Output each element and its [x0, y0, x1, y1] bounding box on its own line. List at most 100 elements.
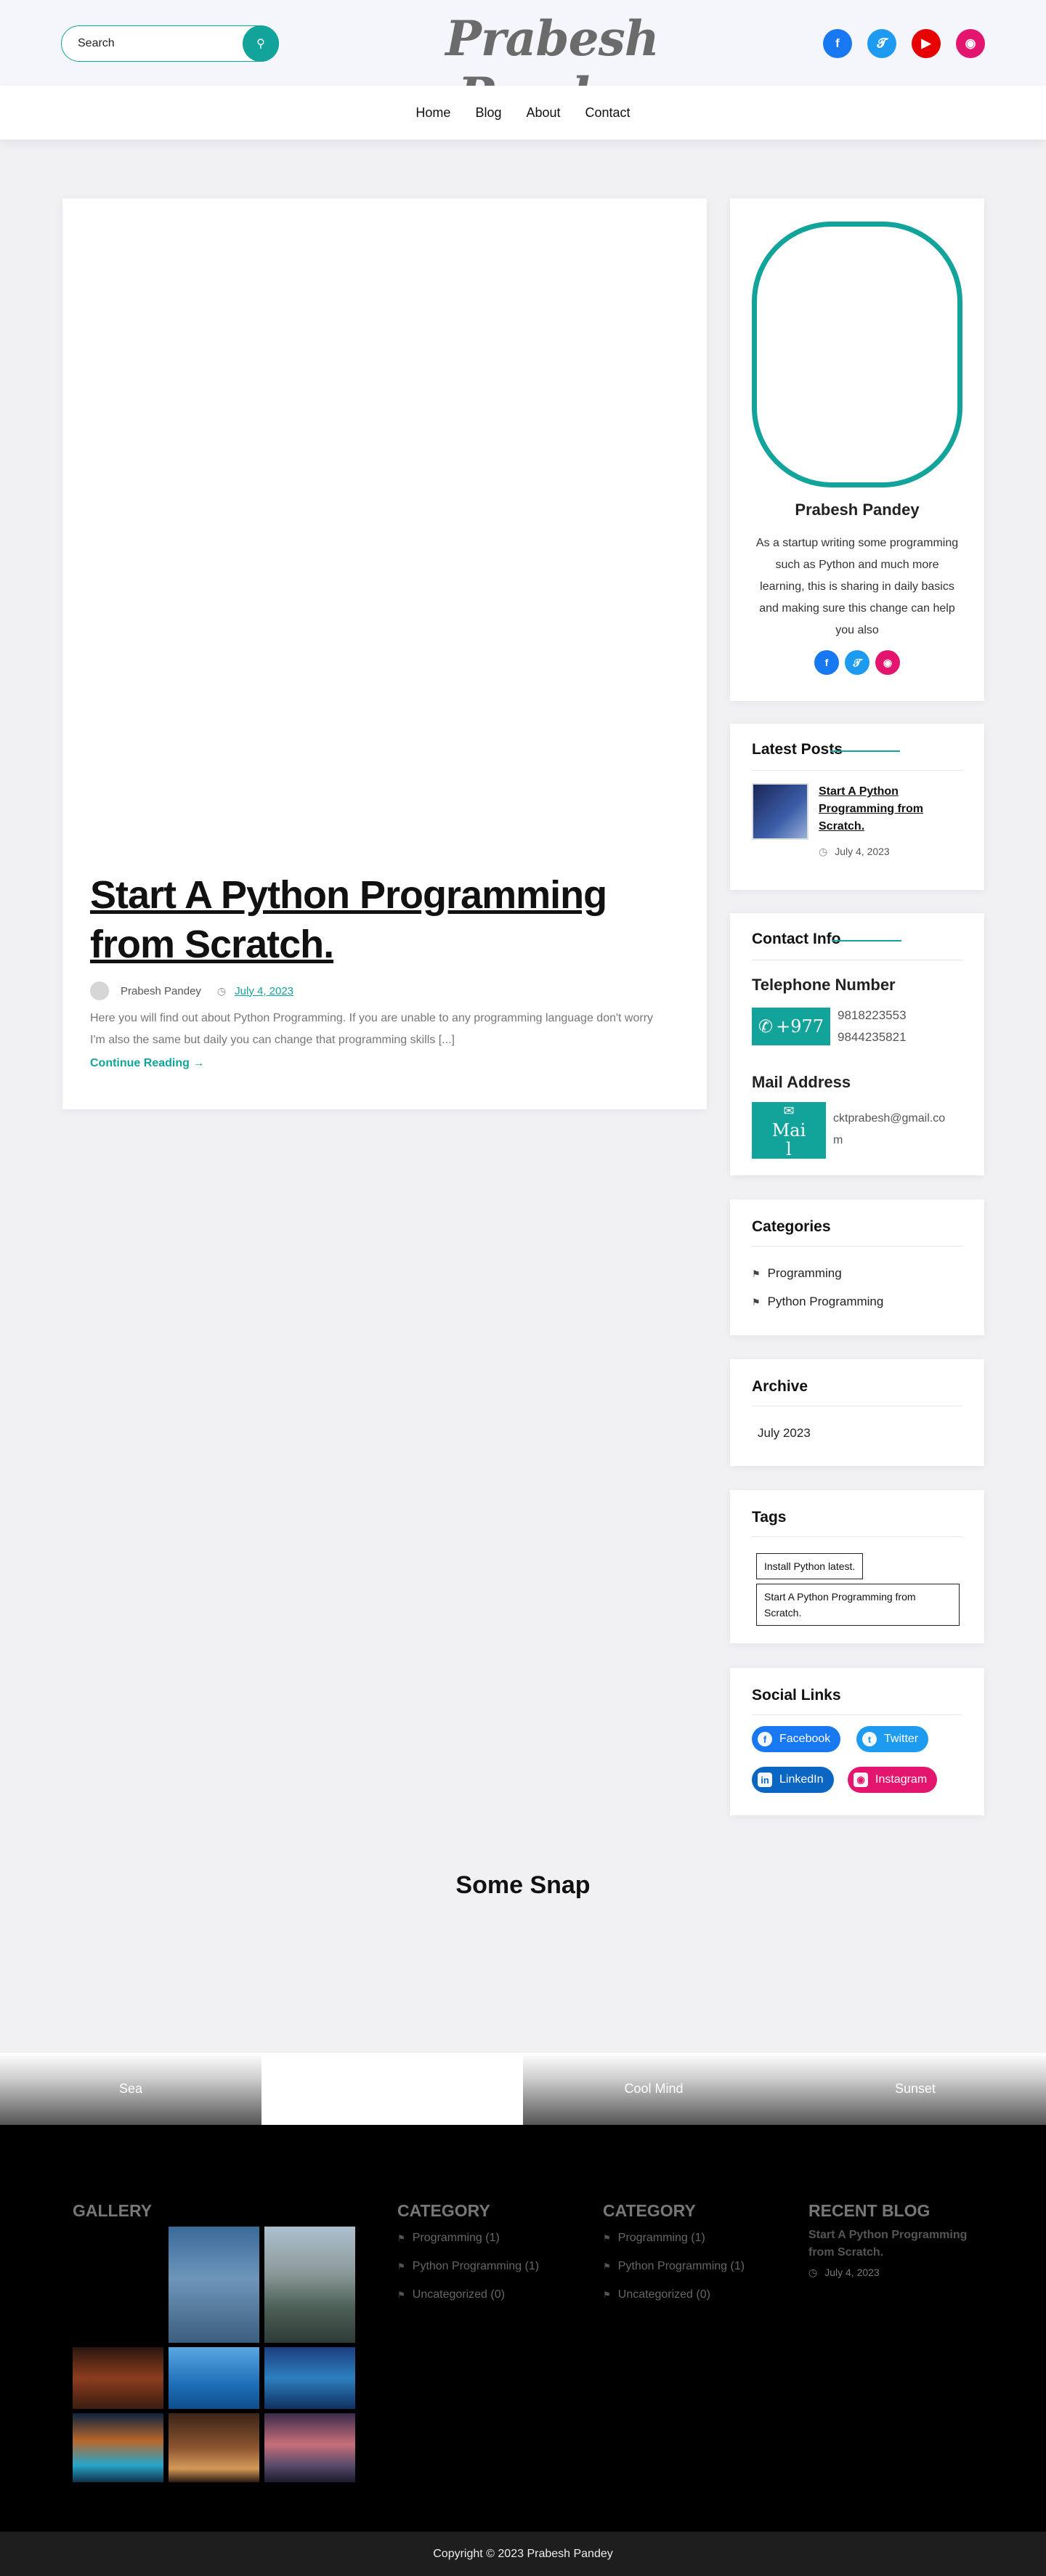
latest-post-thumbnail[interactable] [752, 783, 808, 840]
facebook-icon[interactable]: f [823, 29, 852, 58]
divider [752, 1714, 962, 1715]
site-footer: GALLERY CATEGORY ⚑ Programming (1) ⚑ Pytho… [0, 2125, 1046, 2532]
twitter-icon[interactable]: 𝓣 [867, 29, 896, 58]
continue-reading-link[interactable]: Continue Reading → [90, 1057, 204, 1070]
phone-number[interactable]: 9844235821 [838, 1026, 907, 1048]
facebook-link[interactable]: f Facebook [752, 1726, 841, 1752]
post-author[interactable]: Prabesh Pandey [121, 985, 201, 997]
latest-post-date: ◷ July 4, 2023 [819, 846, 890, 857]
search-input[interactable] [78, 35, 230, 52]
clock-icon: ◷ [216, 984, 227, 997]
email-address[interactable]: cktprabesh@gmail.co m [833, 1108, 945, 1151]
mail-icon: ✉ [783, 1103, 795, 1119]
twitter-icon[interactable]: 𝓣 [845, 650, 869, 675]
gallery-image[interactable] [264, 2227, 355, 2343]
footer-category-item[interactable]: ⚑ Python Programming (1) [603, 2260, 745, 2273]
archive-title: Archive [752, 1378, 808, 1395]
phone-icon: ✆ [758, 1016, 774, 1037]
phone-button[interactable]: ✆ +977 [752, 1008, 830, 1045]
search-button[interactable]: ⚲ [243, 25, 279, 62]
footer-category-item[interactable]: ⚑ Programming (1) [397, 2232, 500, 2245]
header-social-icons: f 𝓣 ▶ ◉ [823, 29, 985, 58]
categories-widget: Categories ⚑ Programming ⚑ Python Programm… [730, 1199, 984, 1335]
main-nav: Home Blog About Contact [0, 86, 1046, 139]
instagram-icon[interactable]: ◉ [875, 650, 900, 675]
linkedin-link[interactable]: in LinkedIn [752, 1767, 834, 1793]
tags-title: Tags [752, 1509, 787, 1526]
folder-icon: ⚑ [752, 1297, 761, 1308]
post-meta: Prabesh Pandey ◷ July 4, 2023 [90, 981, 293, 1000]
instagram-icon[interactable]: ◉ [956, 29, 985, 58]
tags-widget: Tags Install Python latest. Start A Pyth… [730, 1490, 984, 1643]
gallery-image[interactable] [73, 2413, 163, 2482]
profile-image-frame [752, 222, 962, 487]
tag-install-python[interactable]: Install Python latest. [756, 1553, 864, 1579]
phone-number[interactable]: 9818223553 [838, 1005, 907, 1026]
folder-icon: ⚑ [752, 1268, 761, 1279]
archive-item[interactable]: July 2023 [758, 1426, 811, 1441]
footer-recent-post[interactable]: Start A Python Programming from Scratch. [808, 2227, 976, 2261]
site-header: ⚲ Prabesh Pandey f 𝓣 ▶ ◉ [0, 0, 1046, 123]
folder-icon: ⚑ [603, 2233, 611, 2243]
telephone-heading: Telephone Number [752, 976, 896, 994]
post-excerpt: Here you will find out about Python Prog… [90, 1012, 654, 1046]
snap-blank[interactable] [262, 2053, 523, 2125]
youtube-icon[interactable]: ▶ [912, 29, 941, 58]
divider [752, 1246, 962, 1247]
twitter-icon: t [862, 1732, 877, 1746]
nav-home[interactable]: Home [415, 105, 450, 121]
footer-category-item[interactable]: ⚑ Python Programming (1) [397, 2260, 539, 2273]
snap-section-title: Some Snap [455, 1871, 591, 1899]
title-accent-line [830, 750, 900, 752]
footer-recent-date: ◷ July 4, 2023 [808, 2267, 880, 2278]
folder-icon: ⚑ [397, 2233, 405, 2243]
about-widget: Prabesh Pandey As a startup writing some… [730, 198, 984, 701]
nav-blog[interactable]: Blog [475, 105, 501, 121]
folder-icon: ⚑ [603, 2290, 611, 2300]
post-date[interactable]: July 4, 2023 [235, 985, 293, 997]
footer-category-title: CATEGORY [397, 2201, 490, 2220]
post-title[interactable]: Start A Python Programming from Scratch. [90, 870, 671, 969]
gallery-image[interactable] [169, 2347, 259, 2409]
snap-sea[interactable]: Sea [0, 2053, 262, 2125]
facebook-icon[interactable]: f [814, 650, 839, 675]
gallery-image[interactable] [73, 2347, 163, 2409]
latest-post-title[interactable]: Start A Python Programming from Scratch. [819, 783, 949, 835]
divider [752, 1536, 962, 1537]
footer-category-item[interactable]: ⚑ Programming (1) [603, 2232, 705, 2245]
snap-sunset[interactable]: Sunset [784, 2053, 1046, 2125]
archive-widget: Archive July 2023 [730, 1359, 984, 1466]
snap-cool-mind[interactable]: Cool Mind [523, 2053, 784, 2125]
mail-heading: Mail Address [752, 1073, 851, 1091]
footer-category-item[interactable]: ⚑ Uncategorized (0) [397, 2288, 505, 2301]
post-card: Start A Python Programming from Scratch.… [62, 198, 707, 1109]
divider [752, 770, 962, 771]
avatar [90, 981, 109, 1000]
folder-icon: ⚑ [397, 2290, 405, 2300]
nav-about[interactable]: About [526, 105, 560, 121]
folder-icon: ⚑ [603, 2261, 611, 2272]
mail-button[interactable]: ✉ Mai l [752, 1102, 826, 1159]
clock-icon: ◷ [819, 846, 828, 857]
gallery-image[interactable] [169, 2413, 259, 2482]
folder-icon: ⚑ [397, 2261, 405, 2272]
gallery-image[interactable] [264, 2347, 355, 2409]
category-item[interactable]: ⚑ Python Programming [752, 1295, 883, 1309]
contact-info-title: Contact Info [752, 931, 841, 947]
twitter-link[interactable]: t Twitter [856, 1726, 929, 1752]
phone-numbers: 9818223553 9844235821 [838, 1005, 907, 1048]
contact-info-widget: Contact Info Telephone Number ✆ +977 9818… [730, 913, 984, 1175]
instagram-link[interactable]: ◉ Instagram [848, 1767, 938, 1793]
tag-start-python[interactable]: Start A Python Programming from Scratch. [756, 1584, 960, 1626]
footer-category-title: CATEGORY [603, 2201, 696, 2220]
nav-contact[interactable]: Contact [585, 105, 631, 121]
category-item[interactable]: ⚑ Programming [752, 1266, 842, 1281]
gallery-image[interactable] [169, 2227, 259, 2343]
title-accent-line [832, 940, 901, 941]
footer-gallery-title: GALLERY [73, 2201, 153, 2220]
gallery-image[interactable] [264, 2413, 355, 2482]
footer-category-item[interactable]: ⚑ Uncategorized (0) [603, 2288, 710, 2301]
about-text: As a startup writing some programming su… [755, 537, 959, 636]
instagram-icon: ◉ [854, 1773, 868, 1787]
categories-title: Categories [752, 1218, 831, 1235]
